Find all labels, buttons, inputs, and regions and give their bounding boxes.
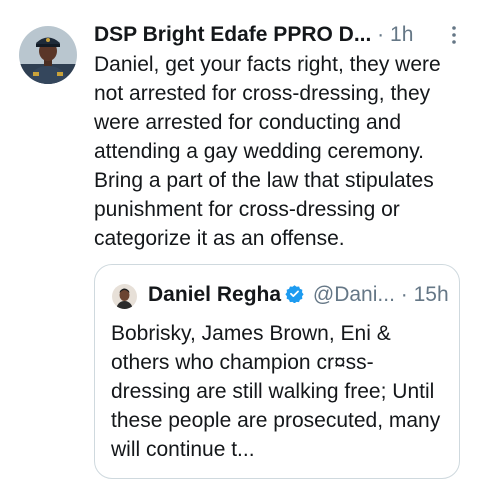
quoted-tweet[interactable]: Daniel Regha @Dani... · 15h Bobrisky, Ja… [94,264,460,479]
quoted-header-separator: · [400,283,408,306]
tweet[interactable]: DSP Bright Edafe PPRO D... · 1h Daniel, … [0,0,479,479]
tweet-header: DSP Bright Edafe PPRO D... · 1h [94,21,469,49]
user-avatar-icon [112,284,137,309]
quoted-author-avatar[interactable] [112,284,137,309]
quoted-author-name[interactable]: Daniel Regha [148,283,281,306]
header-separator: · [377,23,385,46]
author-name[interactable]: DSP Bright Edafe PPRO D... [94,23,371,46]
quoted-author-handle[interactable]: @Dani... [313,283,395,306]
verified-badge-icon [285,283,304,304]
tweet-time[interactable]: 1h [390,23,413,46]
police-officer-avatar-icon [19,26,77,84]
quoted-tweet-text: Bobrisky, James Brown, Eni & others who … [111,322,441,461]
tweet-text: Daniel, get your facts right, they were … [94,53,441,250]
author-avatar[interactable] [19,26,77,84]
more-vertical-icon[interactable] [449,24,459,46]
quoted-tweet-header: Daniel Regha @Dani... · 15h [148,281,453,309]
quoted-tweet-time[interactable]: 15h [414,283,449,306]
